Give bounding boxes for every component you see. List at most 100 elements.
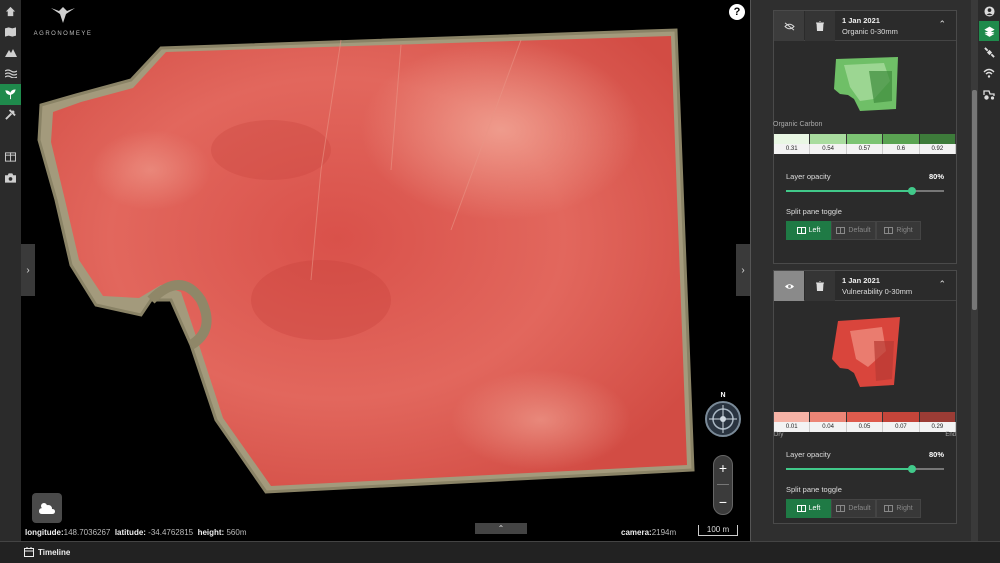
collapse-right-panel-button[interactable]: › xyxy=(736,244,750,296)
legend-title xyxy=(774,399,956,409)
wifi-icon[interactable] xyxy=(979,63,999,83)
legend-swatch xyxy=(919,134,957,144)
visibility-toggle-button[interactable] xyxy=(774,11,804,41)
legend-value: 0.07 xyxy=(883,422,920,432)
zoom-out-button[interactable]: − xyxy=(719,494,727,510)
satellite-icon[interactable] xyxy=(979,42,999,62)
field-overlay-map xyxy=(37,28,695,494)
chevron-right-icon: › xyxy=(26,264,30,276)
slider-handle[interactable] xyxy=(908,465,917,473)
delete-layer-button[interactable] xyxy=(805,11,835,41)
layers-icon[interactable] xyxy=(979,21,999,41)
layer-opacity-value: 80% xyxy=(928,172,944,181)
latitude-value: -34.4762815 xyxy=(148,528,194,537)
layer-opacity-label: Layer opacity xyxy=(786,172,831,181)
weather-button[interactable] xyxy=(32,493,62,523)
longitude-label: longitude: xyxy=(25,528,64,537)
chevron-up-icon[interactable]: ⌃ xyxy=(938,19,946,30)
layers-panel: 1 Jan 2021 Organic 0-30mm ⌃ Organic Carb… xyxy=(750,0,979,541)
layer-thumbnail xyxy=(774,41,956,121)
trash-icon xyxy=(816,281,824,291)
expand-bottom-panel-button[interactable]: ⌃ xyxy=(475,523,527,534)
chevron-up-icon[interactable]: ⌃ xyxy=(938,279,946,290)
split-pane-icon xyxy=(796,227,806,234)
split-pane-label: Split pane toggle xyxy=(786,207,842,216)
camera-icon[interactable] xyxy=(0,167,21,188)
split-pane-icon xyxy=(836,505,846,512)
chevron-right-icon: › xyxy=(741,264,745,276)
split-right-button[interactable]: Right xyxy=(876,499,921,518)
split-default-button[interactable]: Default xyxy=(831,499,876,518)
legend-value: 0.01 xyxy=(774,422,811,432)
layer-opacity-slider[interactable] xyxy=(786,465,944,473)
layer-name: Organic 0-30mm xyxy=(842,27,898,36)
legend-swatch xyxy=(774,412,811,422)
split-pane-toggle: Left Default Right xyxy=(774,221,956,240)
split-left-button[interactable]: Left xyxy=(786,221,831,240)
legend-value: 0.29 xyxy=(919,422,957,432)
legend-swatch xyxy=(774,134,811,144)
layer-opacity-slider[interactable] xyxy=(786,187,944,195)
panel-scrollbar-thumb[interactable] xyxy=(972,90,977,310)
compass-north-label: N xyxy=(720,392,726,399)
legend-value: 0.04 xyxy=(810,422,847,432)
split-right-button[interactable]: Right xyxy=(876,221,921,240)
user-icon[interactable] xyxy=(979,1,999,21)
mountain-icon[interactable] xyxy=(0,42,21,63)
slider-handle[interactable] xyxy=(908,187,917,195)
map-viewport[interactable]: AGRONOMEYE ? › › N + − longitude:148.703… xyxy=(21,0,750,541)
legend-swatch xyxy=(810,412,847,422)
split-left-button[interactable]: Left xyxy=(786,499,831,518)
layer-card-header[interactable]: 1 Jan 2021 Organic 0-30mm ⌃ xyxy=(774,11,956,41)
sprout-icon[interactable] xyxy=(0,84,21,105)
legend-value: 0.05 xyxy=(846,422,884,432)
legend-color-bar xyxy=(774,412,957,422)
height-value: 560m xyxy=(226,528,247,537)
home-icon[interactable] xyxy=(0,1,21,22)
left-toolbar xyxy=(0,0,21,541)
camera-readout: camera:2194m xyxy=(621,528,676,537)
split-right-label: Right xyxy=(896,227,913,234)
tools-icon[interactable] xyxy=(0,104,21,125)
coordinates-readout: longitude:148.7036267 latitude: -34.4762… xyxy=(25,528,246,537)
weather-icon xyxy=(39,503,55,514)
logo-text: AGRONOMEYE xyxy=(33,31,93,37)
agronomeye-logo: AGRONOMEYE xyxy=(33,6,93,37)
legend-value: 0.57 xyxy=(846,144,884,154)
split-left-label: Left xyxy=(808,505,821,512)
layer-thumbnail xyxy=(774,301,956,399)
scale-bar: 100 m xyxy=(698,525,738,536)
eye-off-icon xyxy=(783,22,795,30)
split-pane-icon xyxy=(796,505,806,512)
layer-date: 1 Jan 2021 xyxy=(842,276,880,285)
split-pane-icon xyxy=(884,505,894,512)
calendar-icon xyxy=(24,547,34,557)
zoom-in-button[interactable]: + xyxy=(719,460,727,476)
split-view-icon[interactable] xyxy=(0,146,21,167)
legend-values: 0.31 0.54 0.57 0.6 0.92 xyxy=(774,144,957,154)
compass[interactable]: N xyxy=(704,392,742,438)
expand-left-panel-button[interactable]: › xyxy=(21,244,35,296)
split-default-label: Default xyxy=(848,227,871,234)
eagle-logo-icon xyxy=(51,7,75,23)
height-label: height: xyxy=(197,528,225,537)
help-button[interactable]: ? xyxy=(729,4,745,20)
visibility-toggle-button[interactable] xyxy=(774,271,804,301)
timeline-button[interactable]: Timeline xyxy=(24,547,70,557)
map-icon[interactable] xyxy=(0,21,21,42)
zoom-control: + − xyxy=(713,455,733,515)
split-default-button[interactable]: Default xyxy=(831,221,876,240)
split-pane-icon xyxy=(884,227,894,234)
legend-title: Organic Carbon xyxy=(773,121,823,128)
split-left-label: Left xyxy=(808,227,821,234)
delete-layer-button[interactable] xyxy=(805,271,835,301)
split-right-label: Right xyxy=(896,505,913,512)
camera-label: camera: xyxy=(621,528,652,537)
tractor-icon[interactable] xyxy=(979,84,999,104)
longitude-value: 148.7036267 xyxy=(63,528,111,537)
layer-card-header[interactable]: 1 Jan 2021 Vulnerability 0-30mm ⌃ xyxy=(774,271,956,301)
water-icon[interactable] xyxy=(0,63,21,84)
layer-card-organic: 1 Jan 2021 Organic 0-30mm ⌃ Organic Carb… xyxy=(773,10,957,264)
camera-value: 2194m xyxy=(651,528,677,537)
legend-swatch xyxy=(883,412,920,422)
